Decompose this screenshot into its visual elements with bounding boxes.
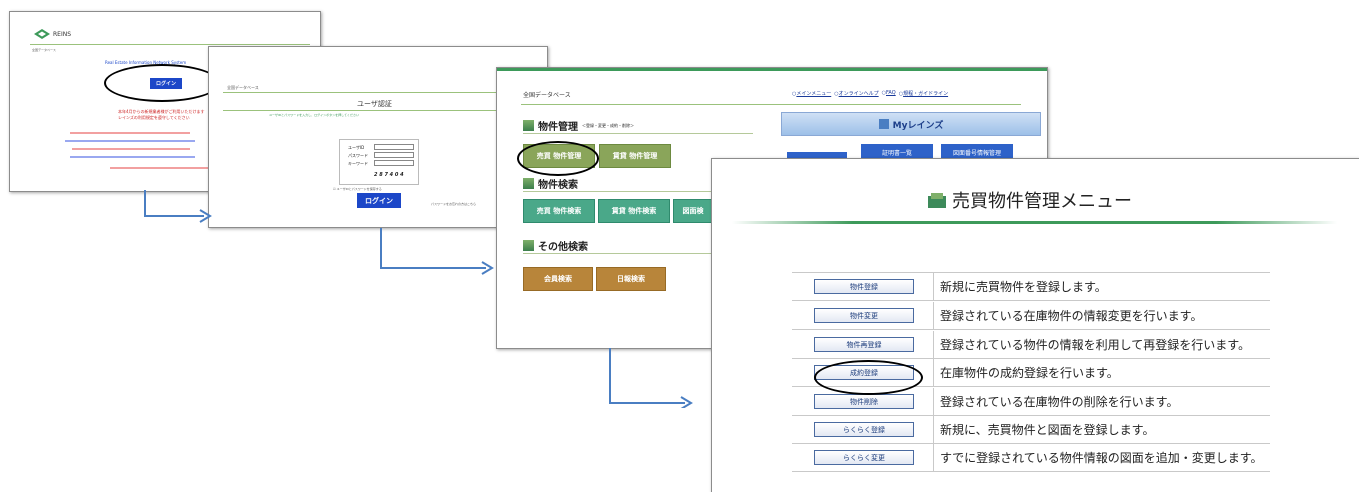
- text-line: [70, 156, 195, 158]
- keyword-input[interactable]: [374, 160, 414, 166]
- link-online-help[interactable]: ○オンラインヘルプ: [834, 90, 878, 97]
- remember-option[interactable]: ☑ ユーザIDとパスワードを保存する: [333, 187, 382, 191]
- flow-arrow: [144, 190, 212, 223]
- forgot-password-link[interactable]: パスワードをお忘れの方はこちら: [431, 202, 476, 206]
- highlight-oval: [517, 141, 599, 176]
- menu-row: らくらく変更 すでに登録されている物件情報の図面を追加・変更します。: [792, 444, 1270, 472]
- divider: [223, 110, 539, 111]
- notice-line: レインズの利用規定を遵守してください: [118, 115, 190, 120]
- page-title: 売買物件管理メニュー: [928, 187, 1132, 213]
- user-id-input[interactable]: [374, 144, 414, 150]
- menu-description: 在庫物件の成約登録を行います。: [940, 366, 1119, 380]
- title-underline: [732, 221, 1337, 224]
- menu-row: 物件登録 新規に売買物件を登録します。: [792, 273, 1270, 301]
- header-left: 全国データベース: [523, 92, 571, 99]
- highlight-oval: [104, 64, 220, 102]
- divider: [30, 44, 310, 45]
- password-label: パスワード: [348, 153, 368, 158]
- column-divider: [933, 302, 934, 329]
- menu-action-button[interactable]: 物件削除: [814, 394, 914, 409]
- menu-description: 新規に、売買物件と図面を登録します。: [940, 423, 1155, 437]
- reins-logo-icon: [34, 29, 50, 39]
- captcha-text: 2 8 7 4 0 4: [374, 172, 404, 178]
- section-other-search: その他検索: [523, 238, 713, 254]
- column-divider: [933, 331, 934, 358]
- folder-icon: [523, 120, 534, 131]
- column-divider: [933, 273, 934, 300]
- column-divider: [933, 416, 934, 443]
- menu-description: 新規に売買物件を登録します。: [940, 280, 1107, 294]
- instruction-text: ユーザIDとパスワードを入力し、ログインボタンを押してください: [269, 113, 359, 117]
- flow-arrow: [380, 228, 494, 275]
- menu-description: 登録されている在庫物件の情報変更を行います。: [940, 309, 1203, 323]
- column-divider: [933, 388, 934, 415]
- header-left: 全国データベース: [32, 48, 56, 52]
- link-guidelines[interactable]: ○規程・ガイドライン: [899, 90, 948, 97]
- section-property-mgmt: 物件管理 ＜登録・変更・成約・削除＞: [523, 118, 753, 134]
- menu-description: 登録されている在庫物件の削除を行います。: [940, 395, 1179, 409]
- menu-action-button[interactable]: らくらく登録: [814, 422, 914, 437]
- menu-description: 登録されている物件の情報を利用して再登録を行います。: [940, 338, 1251, 352]
- menu-action-button[interactable]: 物件変更: [814, 308, 914, 323]
- sale-search-button[interactable]: 売買 物件検索: [523, 199, 595, 223]
- member-search-button[interactable]: 会員検索: [523, 267, 593, 291]
- header-links: ○メインメニュー ○オンラインヘルプ ○FAQ ○規程・ガイドライン: [792, 90, 948, 97]
- my-reins-icon: [878, 119, 889, 129]
- rent-mgmt-button[interactable]: 賃貸 物件管理: [599, 144, 671, 168]
- text-line: [65, 140, 195, 142]
- page-title: ユーザ認証: [357, 100, 392, 108]
- menu-row: らくらく登録 新規に、売買物件と図面を登録します。: [792, 416, 1270, 444]
- column-divider: [933, 359, 934, 386]
- highlight-oval: [814, 360, 923, 395]
- building-icon: [928, 192, 946, 208]
- keyword-label: キーワード: [348, 161, 368, 166]
- search-icon: [523, 178, 534, 189]
- column-divider: [933, 444, 934, 471]
- menu-row: 物件変更 登録されている在庫物件の情報変更を行います。: [792, 302, 1270, 330]
- rent-search-button[interactable]: 賃貸 物件検索: [598, 199, 670, 223]
- menu-row: 物件再登録 登録されている物件の情報を利用して再登録を行います。: [792, 331, 1270, 359]
- divider: [223, 92, 539, 93]
- menu-description: すでに登録されている物件情報の図面を追加・変更します。: [940, 451, 1263, 465]
- checkbox-icon[interactable]: ☑: [333, 187, 336, 191]
- link-faq[interactable]: ○FAQ: [882, 90, 896, 97]
- map-search-button[interactable]: 図面検: [673, 199, 713, 223]
- search-icon: [523, 240, 534, 251]
- menu-action-button[interactable]: 物件再登録: [814, 337, 914, 352]
- login-button[interactable]: ログイン: [357, 193, 401, 208]
- daily-search-button[interactable]: 日報検索: [596, 267, 666, 291]
- header-left: 全国データベース: [227, 85, 259, 90]
- menu-action-button[interactable]: 物件登録: [814, 279, 914, 294]
- text-line: [70, 132, 190, 134]
- user-id-label: ユーザID: [348, 145, 365, 150]
- menu-action-button[interactable]: らくらく変更: [814, 450, 914, 465]
- screen-sale-mgmt-menu: 売買物件管理メニュー 物件登録 新規に売買物件を登録します。 物件変更 登録されている…: [711, 158, 1359, 492]
- login-form: ユーザID パスワード キーワード 2 8 7 4 0 4: [339, 139, 419, 185]
- password-input[interactable]: [374, 152, 414, 158]
- text-line: [72, 148, 190, 150]
- link-main-menu[interactable]: ○メインメニュー: [792, 90, 831, 97]
- section-search: 物件検索: [523, 176, 723, 192]
- reins-logo: REINS: [34, 29, 71, 39]
- my-reins-header: Myレインズ: [781, 112, 1041, 136]
- top-bar: [497, 68, 1047, 71]
- flow-arrow: [609, 348, 693, 408]
- text-line: [110, 167, 220, 169]
- divider: [521, 104, 1021, 105]
